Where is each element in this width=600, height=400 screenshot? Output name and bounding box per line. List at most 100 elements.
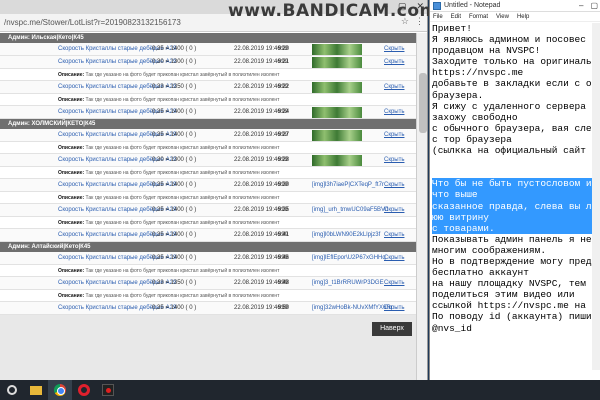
menu-item-format[interactable]: Format bbox=[469, 12, 488, 21]
taskbar bbox=[0, 380, 600, 400]
hide-link[interactable]: Скрыть bbox=[384, 232, 404, 238]
notepad-window-controls: – ▢ bbox=[579, 0, 598, 12]
description-row: Описание: Так где указано на фото будет … bbox=[0, 290, 416, 302]
description-label: Описание: bbox=[58, 220, 85, 226]
product-price: 0,35 = 1400 ( 0 ) bbox=[152, 182, 197, 188]
product-count: 999 bbox=[278, 109, 289, 115]
product-photo[interactable] bbox=[312, 44, 362, 55]
product-count: 999 bbox=[278, 157, 289, 163]
description-body: Так где указано на фото будет прикопан к… bbox=[85, 97, 280, 103]
taskbar-opera[interactable] bbox=[72, 380, 96, 400]
product-count: 999 bbox=[278, 182, 289, 188]
product-count: 999 bbox=[278, 255, 289, 261]
product-count: 999 bbox=[278, 46, 289, 52]
description-body: Так где указано на фото будет прикопан к… bbox=[85, 72, 280, 78]
description-body: Так где указано на фото будет прикопан к… bbox=[85, 220, 280, 226]
product-photo[interactable] bbox=[312, 155, 362, 166]
hide-link[interactable]: Скрыть bbox=[384, 157, 404, 163]
text-line: ссылкой https://nvspc.me на bbox=[432, 300, 586, 312]
browser-scrollbar[interactable] bbox=[416, 33, 427, 380]
minimize-icon[interactable]: – bbox=[579, 0, 583, 12]
browser-window: – ▢ ✕ /nvspc.me/Stower/LotList?r=2019082… bbox=[0, 0, 428, 380]
menu-item-help[interactable]: Help bbox=[517, 12, 529, 21]
hide-link[interactable]: Скрыть bbox=[384, 84, 404, 90]
description-label: Описание: bbox=[58, 268, 85, 274]
desktop: – ▢ ✕ /nvspc.me/Stower/LotList?r=2019082… bbox=[0, 0, 600, 400]
description-label: Описание: bbox=[58, 145, 85, 151]
text-line bbox=[432, 156, 600, 167]
description-row: Описание: Так где указано на фото будет … bbox=[0, 167, 416, 179]
scrollbar-thumb[interactable] bbox=[419, 73, 427, 133]
table-row: Скорость Кристаллы старые дебёрые А29 0,3… bbox=[0, 229, 416, 242]
product-price: 0,33 = 1350 ( 0 ) bbox=[152, 84, 197, 90]
text-line: Показывать админ панель я не bbox=[432, 233, 592, 245]
section-header: Админ: Ильская|Кето|К45 bbox=[0, 33, 416, 43]
table-row: Скорость Кристаллы старые дебёрые А29 0,3… bbox=[0, 277, 416, 290]
product-photo[interactable] bbox=[312, 57, 362, 68]
taskbar-recorder[interactable] bbox=[96, 380, 120, 400]
hide-link[interactable]: Скрыть bbox=[384, 255, 404, 261]
hide-link[interactable]: Скрыть bbox=[384, 59, 404, 65]
description-row: Описание: Так где указано на фото будет … bbox=[0, 142, 416, 154]
text-line: поделиться этим видео или bbox=[432, 289, 575, 301]
description-row: Описание: Так где указано на фото будет … bbox=[0, 265, 416, 277]
photo-link[interactable]: [img]l3h7iaeP|CXTeqP_ft7r bbox=[312, 182, 384, 188]
hide-link[interactable]: Скрыть bbox=[384, 132, 404, 138]
description-label: Описание: bbox=[58, 170, 85, 176]
description-body: Так где указано на фото будет прикопан к… bbox=[85, 170, 280, 176]
product-photo[interactable] bbox=[312, 107, 362, 118]
selected-text-line: Что бы не быть пустословом и bbox=[432, 178, 600, 190]
maximize-icon[interactable]: ▢ bbox=[590, 0, 598, 12]
menu-item-view[interactable]: View bbox=[496, 12, 509, 21]
hide-link[interactable]: Скрыть bbox=[384, 109, 404, 115]
product-price: 0,35 = 1400 ( 0 ) bbox=[152, 109, 197, 115]
photo-link[interactable]: [img]lEflEpor\U2P67xGHHq bbox=[312, 255, 386, 261]
start-button[interactable] bbox=[0, 380, 24, 400]
start-icon bbox=[7, 385, 17, 395]
hide-link[interactable]: Скрыть bbox=[384, 46, 404, 52]
hide-link[interactable]: Скрыть bbox=[384, 182, 404, 188]
notepad-text-area[interactable]: Привет! Я являюсь админом и посовес продав… bbox=[432, 23, 600, 334]
text-line: (сылкка на официальный сайт н bbox=[432, 145, 598, 157]
notepad-icon bbox=[433, 2, 441, 10]
description-text: Описание: Так где указано на фото будет … bbox=[58, 72, 279, 78]
hide-link[interactable]: Скрыть bbox=[384, 305, 404, 311]
selected-text-line: что выше bbox=[432, 189, 600, 201]
product-price: 0,35 = 1400 ( 0 ) bbox=[152, 207, 197, 213]
table-row: Скорость Кристаллы старые дебёрые А29 0,3… bbox=[0, 179, 416, 192]
photo-link[interactable]: [img]3_t1BrRRUWrP3DGE bbox=[312, 280, 384, 286]
photo-link[interactable]: [img]_urh_tmwUC09aF5BVd bbox=[312, 207, 388, 213]
menu-item-file[interactable]: File bbox=[433, 12, 443, 21]
notepad-title: Untitled - Notepad bbox=[444, 2, 501, 9]
text-line: Заходите только на оригиналь bbox=[432, 56, 592, 68]
text-line: на нашу площадку NVSPC, тем bbox=[432, 278, 586, 290]
back-to-top-button[interactable]: Наверх bbox=[372, 322, 412, 336]
taskbar-folder[interactable] bbox=[24, 380, 48, 400]
chrome-icon bbox=[54, 384, 66, 396]
menu-item-edit[interactable]: Edit bbox=[451, 12, 461, 21]
text-line: Я сижу с удаленного сервера н bbox=[432, 100, 598, 112]
description-label: Описание: bbox=[58, 293, 85, 299]
taskbar-chrome[interactable] bbox=[48, 380, 72, 400]
hide-link[interactable]: Скрыть bbox=[384, 280, 404, 286]
description-body: Так где указано на фото будет прикопан к… bbox=[85, 293, 280, 299]
product-photo[interactable] bbox=[312, 82, 362, 93]
selected-text-line: юю витрину bbox=[432, 211, 600, 223]
hide-link[interactable]: Скрыть bbox=[384, 207, 404, 213]
description-text: Описание: Так где указано на фото будет … bbox=[58, 268, 279, 274]
notepad-scrollbar[interactable] bbox=[592, 23, 600, 370]
product-photo[interactable] bbox=[312, 130, 362, 141]
product-price: 0,35 = 1400 ( 0 ) bbox=[152, 232, 197, 238]
description-label: Описание: bbox=[58, 97, 85, 103]
description-body: Так где указано на фото будет прикопан к… bbox=[85, 268, 280, 274]
description-row: Описание: Так где указано на фото будет … bbox=[0, 192, 416, 204]
record-icon bbox=[102, 384, 114, 396]
table-row: Скорость Кристаллы старые дебёрые А29 0,3… bbox=[0, 43, 416, 56]
photo-link[interactable]: [img]32wHoBk-NUvXMfYX6Rr bbox=[312, 305, 393, 311]
bandicam-watermark: www.BANDICAM.com bbox=[228, 1, 438, 21]
product-price: 0,35 = 1400 ( 0 ) bbox=[152, 132, 197, 138]
text-line: бесплатно аккаунт bbox=[432, 267, 529, 279]
url-text[interactable]: /nvspc.me/Stower/LotList?r=2019082313215… bbox=[4, 18, 181, 27]
photo-link[interactable]: [img]l0bLWN90E2kLlpjz3f bbox=[312, 232, 380, 238]
table-row: Скорость Кристаллы старые дебёрые А29 0,3… bbox=[0, 252, 416, 265]
